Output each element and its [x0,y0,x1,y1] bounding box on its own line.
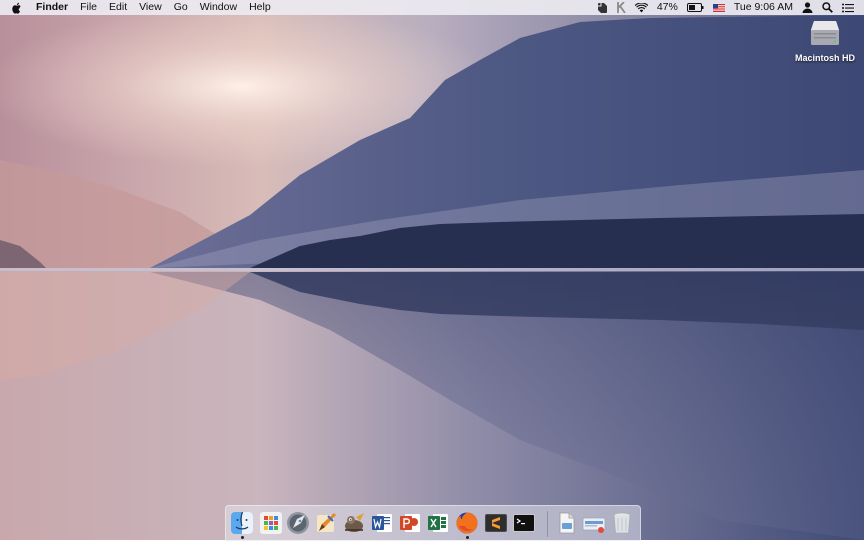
menu-edit[interactable]: Edit [103,0,133,15]
running-indicator [241,536,244,539]
dock-gimp[interactable] [342,511,366,535]
dock-terminal[interactable] [512,511,536,535]
apple-logo-icon[interactable] [12,0,24,15]
hard-drive-icon [810,18,840,46]
menu-view[interactable]: View [133,0,168,15]
drive-label: Macintosh HD [794,53,855,63]
menu-go[interactable]: Go [168,0,194,15]
finder-icon [231,511,253,534]
k-icon[interactable] [616,0,626,15]
dock-sublime[interactable] [484,511,508,535]
dock-rocket[interactable] [286,511,310,535]
gimp-icon [345,513,364,532]
evernote-icon[interactable] [597,0,608,15]
dock [225,505,641,541]
battery-icon[interactable] [686,0,704,15]
menu-help[interactable]: Help [243,0,277,15]
running-indicator [466,536,469,539]
dock-launchpad[interactable] [259,511,283,535]
preview-icon [559,512,575,534]
spotlight-icon[interactable] [822,0,833,15]
dock-trash[interactable] [610,511,634,535]
menubar-clock[interactable]: Tue 9:06 AM [734,0,793,15]
dock-firefox[interactable] [455,511,479,539]
dock-finder[interactable] [230,511,254,539]
notification-center-icon[interactable] [842,0,854,15]
dock-separator [547,511,548,537]
downloads-icon [582,517,606,533]
excel-icon [428,514,448,532]
menu-app-name[interactable]: Finder [30,0,74,15]
menu-window[interactable]: Window [194,0,243,15]
dock-powerpoint[interactable] [398,511,422,535]
launchpad-icon [260,512,282,534]
dock-excel[interactable] [426,511,450,535]
battery-percent[interactable]: 47% [657,0,678,15]
menu-bar: Finder File Edit View Go Window Help 47%… [0,0,864,15]
pencil-brush-icon [317,513,336,532]
trash-icon [613,512,631,534]
menu-file[interactable]: File [74,0,103,15]
dock-sketch[interactable] [314,511,338,535]
user-icon[interactable] [802,0,813,15]
desktop-wallpaper [0,0,864,540]
us-flag-icon[interactable] [712,0,725,15]
powerpoint-icon [400,514,420,532]
dock-downloads[interactable] [582,511,606,535]
terminal-icon [513,514,535,532]
firefox-icon [456,512,478,534]
lake-mountain-wallpaper [0,0,864,540]
dock-word[interactable] [370,511,394,535]
wifi-icon[interactable] [634,0,648,15]
dock-preview[interactable] [554,511,578,535]
macintosh-hd-drive[interactable]: Macintosh HD [792,18,858,63]
rocket-icon [287,512,309,534]
sublime-icon [485,514,507,532]
word-icon [372,514,392,532]
